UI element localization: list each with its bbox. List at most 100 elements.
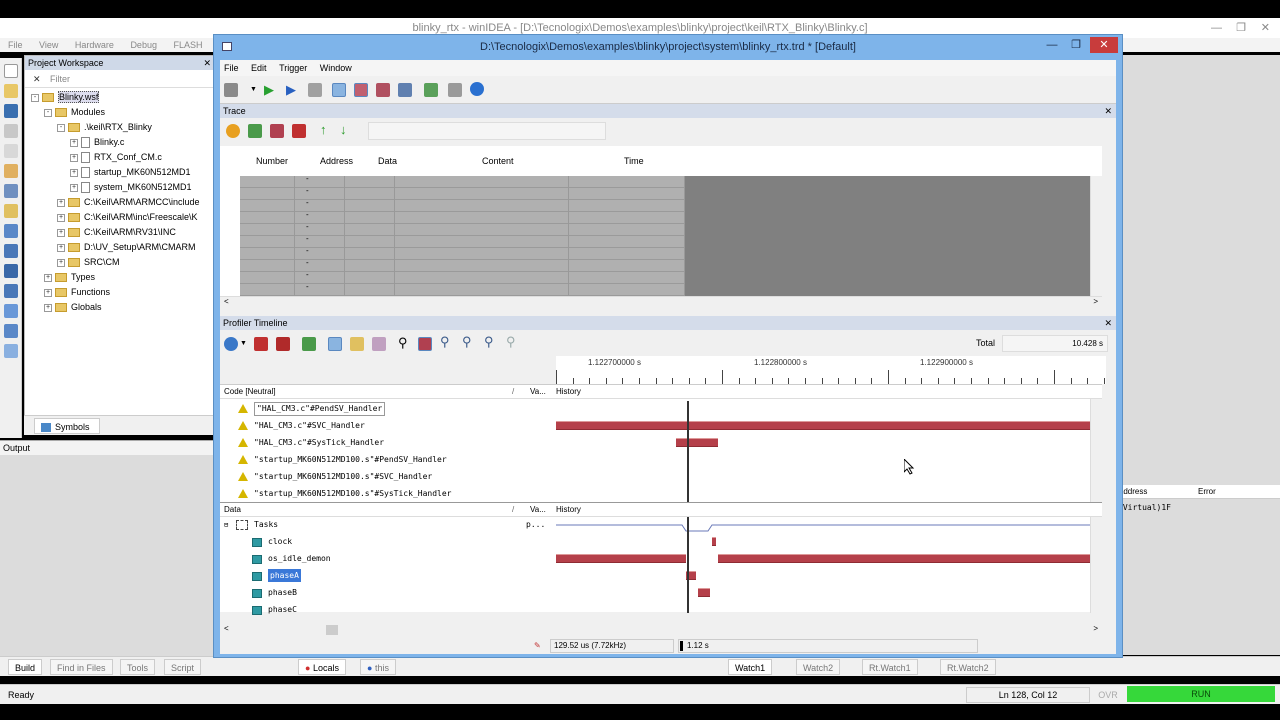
tab-watch2[interactable]: Watch2 bbox=[796, 659, 841, 675]
expand-icon[interactable]: + bbox=[57, 228, 65, 237]
profiler-view-icon[interactable] bbox=[354, 83, 368, 97]
tree-item[interactable]: + Blinky.c bbox=[25, 135, 215, 150]
close-button[interactable]: ✕ bbox=[1261, 18, 1270, 38]
zoom-in-icon[interactable]: ⚲ bbox=[440, 334, 450, 350]
minimize-button[interactable]: — bbox=[1211, 18, 1222, 38]
code-row[interactable]: "HAL_CM3.c"#SVC_Handler bbox=[220, 418, 1102, 434]
tree-item[interactable]: + C:\Keil\ARM\RV31\INC bbox=[25, 225, 215, 240]
tab-script[interactable]: Script bbox=[164, 659, 202, 675]
timeline-scroll-thumb[interactable] bbox=[326, 625, 338, 635]
expand-icon[interactable]: + bbox=[44, 288, 52, 297]
timeline-hscrollbar[interactable]: < > bbox=[220, 624, 1102, 636]
col-address[interactable]: Address bbox=[320, 154, 354, 168]
collapse-icon[interactable]: - bbox=[57, 123, 65, 132]
trace-profile-icon[interactable] bbox=[270, 124, 284, 138]
task-row[interactable]: phaseC bbox=[220, 602, 1102, 618]
previous-icon[interactable]: ↑ bbox=[320, 122, 327, 137]
tree-item[interactable]: + SRC\CM bbox=[25, 255, 215, 270]
timeline-filter-icon[interactable] bbox=[254, 337, 268, 351]
timer-icon[interactable] bbox=[226, 124, 240, 138]
statistics-icon[interactable] bbox=[398, 83, 412, 97]
timeline-bar[interactable] bbox=[718, 554, 1102, 563]
dialog-menu-window[interactable]: Window bbox=[320, 63, 352, 73]
timeline-settings-icon[interactable] bbox=[224, 337, 238, 351]
filter-icon[interactable] bbox=[292, 124, 306, 138]
tree-item[interactable]: + RTX_Conf_CM.c bbox=[25, 150, 215, 165]
timeline-scroll-left-icon[interactable]: < bbox=[224, 624, 229, 633]
output-icon[interactable] bbox=[4, 244, 18, 258]
export-icon[interactable] bbox=[448, 83, 462, 97]
trace-view-icon[interactable] bbox=[332, 83, 346, 97]
timeline-bar[interactable] bbox=[676, 438, 718, 447]
scroll-left-icon[interactable]: < bbox=[224, 297, 229, 306]
collapse-icon[interactable]: - bbox=[31, 93, 39, 102]
collapse-icon[interactable]: - bbox=[44, 108, 52, 117]
tab-tools[interactable]: Tools bbox=[120, 659, 156, 675]
expand-icon[interactable]: + bbox=[70, 183, 78, 192]
cut-icon[interactable] bbox=[4, 124, 18, 138]
tasks-row[interactable]: ⊟ Tasks p... bbox=[220, 517, 1102, 533]
code-vscrollbar[interactable] bbox=[1090, 399, 1102, 503]
tab-build[interactable]: Build bbox=[8, 659, 43, 675]
workspace-filter[interactable]: ✕ Filter bbox=[25, 70, 215, 88]
workspace-close-icon[interactable]: ✕ bbox=[203, 56, 211, 70]
os-view-icon[interactable] bbox=[372, 337, 386, 351]
expand-icon[interactable]: + bbox=[57, 213, 65, 222]
zoom-fit-icon[interactable]: ⚲ bbox=[484, 334, 494, 350]
tab-watch1[interactable]: Watch1 bbox=[728, 659, 773, 675]
dialog-menu-file[interactable]: File bbox=[224, 63, 239, 73]
expand-icon[interactable]: + bbox=[57, 198, 65, 207]
zoom-select-icon[interactable] bbox=[418, 337, 432, 351]
settings-dropdown-icon[interactable]: ▼ bbox=[240, 340, 247, 347]
expand-icon[interactable]: + bbox=[70, 153, 78, 162]
print-icon[interactable] bbox=[4, 184, 18, 198]
tree-item[interactable]: + startup_MK60N512MD1 bbox=[25, 165, 215, 180]
dialog-minimize-button[interactable]: — bbox=[1040, 37, 1064, 53]
timeline-scroll-right-icon[interactable]: > bbox=[1093, 624, 1098, 633]
tree-item[interactable]: + Types bbox=[25, 270, 215, 285]
trace-close-icon[interactable]: ✕ bbox=[1104, 104, 1112, 118]
clear-filter-icon[interactable]: ✕ bbox=[33, 70, 41, 88]
open-folder-icon[interactable] bbox=[4, 84, 18, 98]
tree-item[interactable]: - .\keil\RTX_Blinky bbox=[25, 120, 215, 135]
tab-symbols[interactable]: Symbols bbox=[34, 418, 100, 434]
tab-rt-watch2[interactable]: Rt.Watch2 bbox=[940, 659, 996, 675]
tree-item[interactable]: + system_MK60N512MD1 bbox=[25, 180, 215, 195]
dialog-menu-trigger[interactable]: Trigger bbox=[279, 63, 307, 73]
tree-item[interactable]: + C:\Keil\ARM\ARMCC\include bbox=[25, 195, 215, 210]
trace-export-icon[interactable] bbox=[248, 124, 262, 138]
tree-item[interactable]: + Globals bbox=[25, 300, 215, 315]
expand-icon[interactable]: + bbox=[44, 273, 52, 282]
expand-icon[interactable]: + bbox=[57, 243, 65, 252]
paste-icon[interactable] bbox=[4, 164, 18, 178]
menu-flash[interactable]: FLASH bbox=[173, 40, 202, 50]
data-time-cursor[interactable] bbox=[687, 517, 689, 613]
filter-input[interactable]: Filter bbox=[50, 74, 70, 84]
maximize-button[interactable]: ❐ bbox=[1236, 18, 1246, 38]
tab-this[interactable]: ● this bbox=[360, 659, 396, 675]
zoom-reset-icon[interactable]: ⚲ bbox=[506, 334, 516, 350]
zoom-out-icon[interactable]: ⚲ bbox=[462, 334, 472, 350]
registers-icon[interactable] bbox=[4, 324, 18, 338]
data-column-name[interactable]: Data bbox=[224, 503, 241, 517]
tree-item[interactable]: - Modules bbox=[25, 105, 215, 120]
col-content[interactable]: Content bbox=[482, 154, 514, 168]
timeline-export-icon[interactable] bbox=[302, 337, 316, 351]
begin-icon[interactable]: ▶ bbox=[264, 82, 274, 98]
expand-icon[interactable]: + bbox=[70, 168, 78, 177]
watch-row[interactable]: (Virtual)1F bbox=[1118, 501, 1280, 515]
tasks-collapse-icon[interactable]: ⊟ bbox=[224, 517, 228, 533]
trace-hscrollbar[interactable]: < > bbox=[220, 296, 1102, 308]
col-time[interactable]: Time bbox=[624, 154, 644, 168]
timeline-bar[interactable] bbox=[712, 537, 716, 546]
tree-item[interactable]: + Functions bbox=[25, 285, 215, 300]
tree-item[interactable]: + D:\UV_Setup\ARM\CMARM bbox=[25, 240, 215, 255]
configure-icon[interactable] bbox=[224, 83, 238, 97]
menu-file[interactable]: File bbox=[8, 40, 23, 50]
code-row[interactable]: "startup_MK60N512MD100.s"#PendSV_Handler bbox=[220, 452, 1102, 468]
scroll-right-icon[interactable]: > bbox=[1093, 297, 1098, 306]
save-icon[interactable] bbox=[4, 104, 18, 118]
code-view-icon[interactable] bbox=[328, 337, 342, 351]
tab-find-in-files[interactable]: Find in Files bbox=[50, 659, 113, 675]
data-column-value[interactable]: Va... bbox=[530, 503, 546, 517]
